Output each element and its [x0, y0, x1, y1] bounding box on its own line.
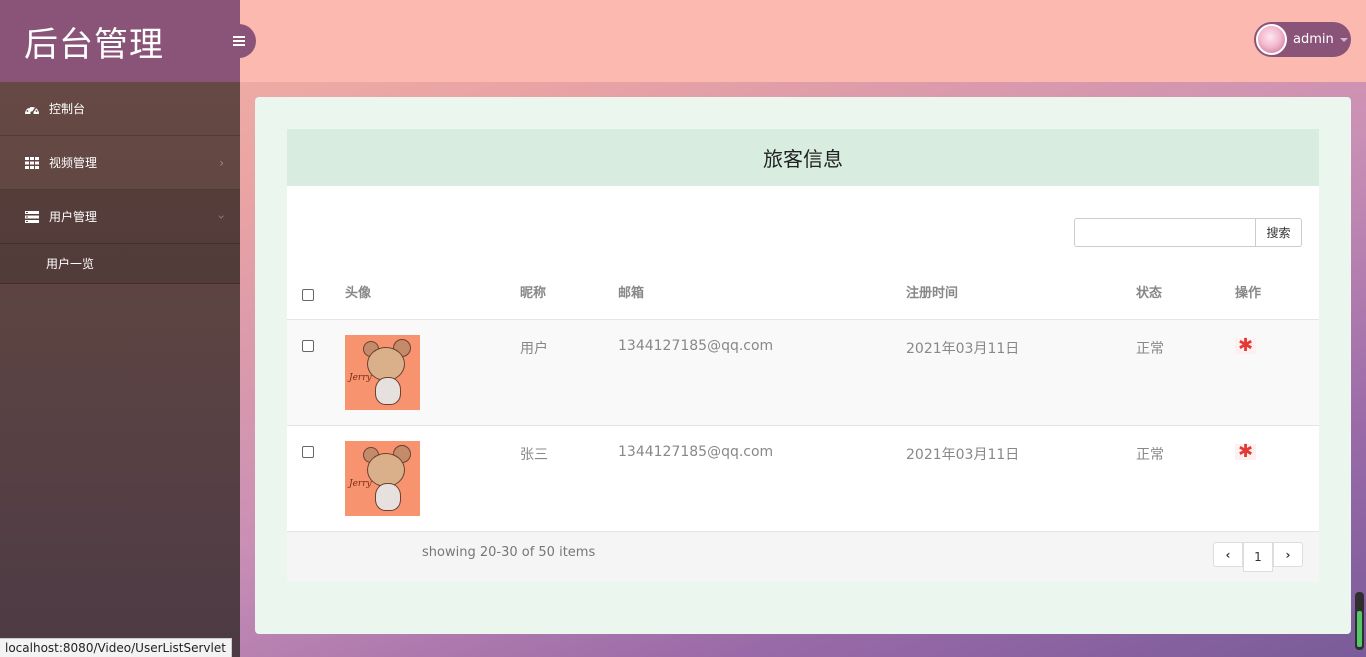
row-checkbox[interactable] — [302, 445, 314, 458]
top-header: admin — [240, 0, 1366, 82]
row-checkbox[interactable] — [302, 339, 314, 352]
dashboard-icon — [24, 102, 40, 116]
cell-registered: 2021年03月11日 — [906, 319, 1136, 426]
cell-email: 1344127185@qq.com — [618, 425, 906, 532]
delete-icon[interactable]: ✱ — [1235, 336, 1257, 354]
column-header-avatar: 头像 — [345, 265, 520, 320]
cell-status: 正常 — [1136, 425, 1235, 532]
panel-title: 旅客信息 — [287, 129, 1319, 186]
column-header-registered: 注册时间 — [906, 265, 1136, 320]
chevron-right-icon: › — [219, 155, 224, 170]
cell-nickname: 张三 — [520, 425, 618, 532]
browser-status-bar: localhost:8080/Video/UserListServlet — [0, 638, 232, 657]
sidebar-item-user-management[interactable]: 用户管理 › — [0, 190, 240, 244]
app-logo: 后台管理 — [0, 0, 240, 82]
chevron-down-icon: › — [214, 214, 229, 219]
column-header-status: 状态 — [1136, 265, 1235, 320]
caret-down-icon — [1339, 37, 1348, 42]
sidebar-toggle-button[interactable] — [222, 24, 256, 58]
menu-icon — [233, 36, 245, 46]
user-table: 头像 昵称 邮箱 注册时间 状态 操作 Jerry 用户 1344127185@… — [287, 265, 1319, 532]
sidebar-item-dashboard[interactable]: 控制台 — [0, 82, 240, 136]
select-all-checkbox[interactable] — [302, 288, 314, 301]
delete-icon[interactable]: ✱ — [1235, 442, 1257, 460]
traveler-panel: 旅客信息 搜索 头像 昵称 邮箱 注册时间 状态 操作 Jerry 用户 134… — [287, 129, 1319, 582]
column-header-actions: 操作 — [1235, 265, 1319, 320]
sidebar-item-label: 视频管理 — [49, 156, 98, 170]
column-header-nickname: 昵称 — [520, 265, 618, 320]
cell-nickname: 用户 — [520, 319, 618, 426]
table-footer: showing 20-30 of 50 items ‹ 1 › — [287, 531, 1319, 582]
sidebar-item-label: 控制台 — [49, 102, 86, 116]
scroll-indicator — [1355, 592, 1364, 650]
search-button[interactable]: 搜索 — [1256, 218, 1302, 247]
avatar — [1256, 24, 1287, 55]
search-input[interactable] — [1074, 218, 1256, 247]
user-menu-button[interactable]: admin — [1254, 22, 1351, 57]
sidebar: 后台管理 控制台 视频管理 › 用户管理 › 用户一览 — [0, 0, 240, 657]
sidebar-item-video-management[interactable]: 视频管理 › — [0, 136, 240, 190]
table-row: Jerry 张三 1344127185@qq.com 2021年03月11日 正… — [287, 425, 1319, 532]
sidebar-item-label: 用户管理 — [49, 210, 98, 224]
user-avatar-image: Jerry — [345, 440, 420, 516]
pagination-summary: showing 20-30 of 50 items — [422, 545, 596, 560]
user-avatar-image: Jerry — [345, 334, 420, 410]
sidebar-subitem-user-list[interactable]: 用户一览 — [0, 244, 240, 284]
page-number-button[interactable]: 1 — [1243, 542, 1273, 572]
username: admin — [1293, 32, 1334, 47]
list-icon — [24, 210, 40, 224]
cell-email: 1344127185@qq.com — [618, 319, 906, 426]
main-card: 旅客信息 搜索 头像 昵称 邮箱 注册时间 状态 操作 Jerry 用户 134… — [255, 97, 1351, 634]
pagination: ‹ 1 › — [1213, 542, 1303, 572]
column-header-email: 邮箱 — [618, 265, 906, 320]
prev-page-button[interactable]: ‹ — [1213, 542, 1243, 567]
cell-status: 正常 — [1136, 319, 1235, 426]
next-page-button[interactable]: › — [1273, 542, 1303, 567]
table-row: Jerry 用户 1344127185@qq.com 2021年03月11日 正… — [287, 319, 1319, 426]
cell-registered: 2021年03月11日 — [906, 425, 1136, 532]
grid-icon — [24, 156, 40, 170]
search-group: 搜索 — [1074, 218, 1302, 247]
